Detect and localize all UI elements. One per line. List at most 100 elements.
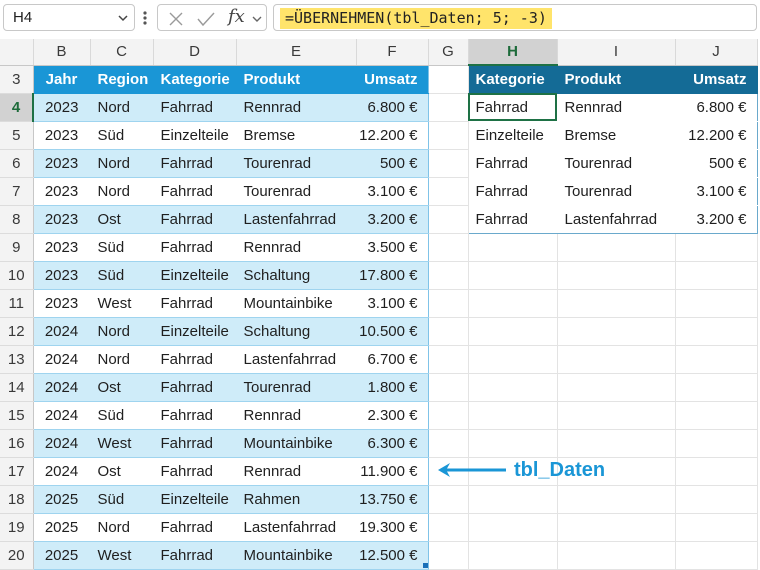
empty-cell[interactable] xyxy=(557,345,676,374)
table-cell[interactable]: Nord xyxy=(90,177,154,206)
table-cell[interactable]: Ost xyxy=(90,205,154,234)
cancel-icon[interactable] xyxy=(168,11,184,27)
empty-cell[interactable] xyxy=(428,177,469,206)
chevron-down-icon[interactable] xyxy=(118,14,128,22)
table-cell[interactable]: Rennrad xyxy=(236,401,357,430)
table-cell[interactable]: 3.500 € xyxy=(356,233,429,262)
result-cell[interactable]: 3.200 € xyxy=(675,205,758,234)
row-header[interactable]: 3 xyxy=(0,65,34,94)
table-cell[interactable]: 6.300 € xyxy=(356,429,429,458)
table-resize-handle[interactable] xyxy=(423,563,428,568)
table-cell[interactable]: Nord xyxy=(90,513,154,542)
table-header-cell[interactable]: Region xyxy=(90,65,154,94)
table-cell[interactable]: West xyxy=(90,429,154,458)
result-cell[interactable]: Fahrrad xyxy=(467,177,558,206)
formula-input[interactable]: =ÜBERNEHMEN(tbl_Daten; 5; -3) xyxy=(273,4,757,31)
name-box[interactable]: H4 xyxy=(3,4,135,31)
chevron-down-icon[interactable] xyxy=(252,15,262,23)
result-header-cell[interactable]: Produkt xyxy=(557,65,676,94)
row-header[interactable]: 14 xyxy=(0,373,34,402)
empty-cell[interactable] xyxy=(557,289,676,318)
empty-cell[interactable] xyxy=(675,289,758,318)
table-cell[interactable]: 12.500 € xyxy=(356,541,429,570)
empty-cell[interactable] xyxy=(557,233,676,262)
row-header[interactable]: 18 xyxy=(0,485,34,514)
empty-cell[interactable] xyxy=(428,205,469,234)
table-cell[interactable]: Einzelteile xyxy=(153,121,237,150)
table-cell[interactable]: Fahrrad xyxy=(153,93,237,122)
result-cell[interactable]: Fahrrad xyxy=(467,205,558,234)
table-cell[interactable]: 3.100 € xyxy=(356,289,429,318)
table-cell[interactable]: Rennrad xyxy=(236,233,357,262)
empty-cell[interactable] xyxy=(675,233,758,262)
table-cell[interactable]: Tourenrad xyxy=(236,177,357,206)
table-header-cell[interactable]: Umsatz xyxy=(356,65,429,94)
result-cell[interactable]: Rennrad xyxy=(557,93,676,122)
table-cell[interactable]: West xyxy=(90,541,154,570)
row-header[interactable]: 15 xyxy=(0,401,34,430)
empty-cell[interactable] xyxy=(557,317,676,346)
empty-cell[interactable] xyxy=(675,373,758,402)
table-cell[interactable]: Nord xyxy=(90,317,154,346)
table-cell[interactable]: 11.900 € xyxy=(356,457,429,486)
table-cell[interactable]: 2025 xyxy=(32,541,91,570)
table-cell[interactable]: Nord xyxy=(90,149,154,178)
table-cell[interactable]: 2023 xyxy=(32,289,91,318)
table-cell[interactable]: Fahrrad xyxy=(153,205,237,234)
table-cell[interactable]: 2024 xyxy=(32,373,91,402)
empty-cell[interactable] xyxy=(675,513,758,542)
table-cell[interactable]: Lastenfahrrad xyxy=(236,205,357,234)
column-header[interactable]: J xyxy=(675,39,758,66)
empty-cell[interactable] xyxy=(675,485,758,514)
result-cell[interactable]: 12.200 € xyxy=(675,121,758,150)
table-cell[interactable]: Mountainbike xyxy=(236,541,357,570)
empty-cell[interactable] xyxy=(428,373,469,402)
column-header[interactable]: C xyxy=(90,39,154,66)
table-cell[interactable]: Rahmen xyxy=(236,485,357,514)
table-cell[interactable]: 2023 xyxy=(32,149,91,178)
empty-cell[interactable] xyxy=(428,149,469,178)
result-cell[interactable]: Lastenfahrrad xyxy=(557,205,676,234)
table-cell[interactable]: Süd xyxy=(90,401,154,430)
column-header[interactable]: I xyxy=(557,39,676,66)
empty-cell[interactable] xyxy=(557,373,676,402)
row-header[interactable]: 5 xyxy=(0,121,34,150)
table-cell[interactable]: Einzelteile xyxy=(153,317,237,346)
empty-cell[interactable] xyxy=(428,65,469,94)
table-cell[interactable]: Fahrrad xyxy=(153,149,237,178)
empty-cell[interactable] xyxy=(428,317,469,346)
table-cell[interactable]: 12.200 € xyxy=(356,121,429,150)
table-cell[interactable]: Einzelteile xyxy=(153,261,237,290)
result-cell[interactable]: Bremse xyxy=(557,121,676,150)
result-header-cell[interactable]: Umsatz xyxy=(675,65,758,94)
result-cell[interactable]: Einzelteile xyxy=(467,121,558,150)
result-cell[interactable]: 500 € xyxy=(675,149,758,178)
select-all-corner[interactable] xyxy=(0,39,34,66)
empty-cell[interactable] xyxy=(675,261,758,290)
table-cell[interactable]: Nord xyxy=(90,93,154,122)
table-cell[interactable]: Fahrrad xyxy=(153,541,237,570)
row-header[interactable]: 19 xyxy=(0,513,34,542)
row-header[interactable]: 16 xyxy=(0,429,34,458)
empty-cell[interactable] xyxy=(428,93,469,122)
table-cell[interactable]: 2023 xyxy=(32,233,91,262)
row-header[interactable]: 4 xyxy=(0,93,34,122)
table-cell[interactable]: 2023 xyxy=(32,261,91,290)
column-header[interactable]: G xyxy=(428,39,469,66)
table-cell[interactable]: 19.300 € xyxy=(356,513,429,542)
table-cell[interactable]: Tourenrad xyxy=(236,149,357,178)
table-cell[interactable]: Bremse xyxy=(236,121,357,150)
table-cell[interactable]: 3.200 € xyxy=(356,205,429,234)
empty-cell[interactable] xyxy=(468,233,558,262)
empty-cell[interactable] xyxy=(675,345,758,374)
empty-cell[interactable] xyxy=(468,289,558,318)
table-cell[interactable]: Fahrrad xyxy=(153,345,237,374)
result-cell[interactable]: Tourenrad xyxy=(557,149,676,178)
empty-cell[interactable] xyxy=(675,317,758,346)
table-cell[interactable]: Mountainbike xyxy=(236,429,357,458)
table-cell[interactable]: 6.700 € xyxy=(356,345,429,374)
empty-cell[interactable] xyxy=(468,345,558,374)
table-cell[interactable]: Rennrad xyxy=(236,93,357,122)
table-cell[interactable]: Fahrrad xyxy=(153,401,237,430)
table-cell[interactable]: Fahrrad xyxy=(153,289,237,318)
